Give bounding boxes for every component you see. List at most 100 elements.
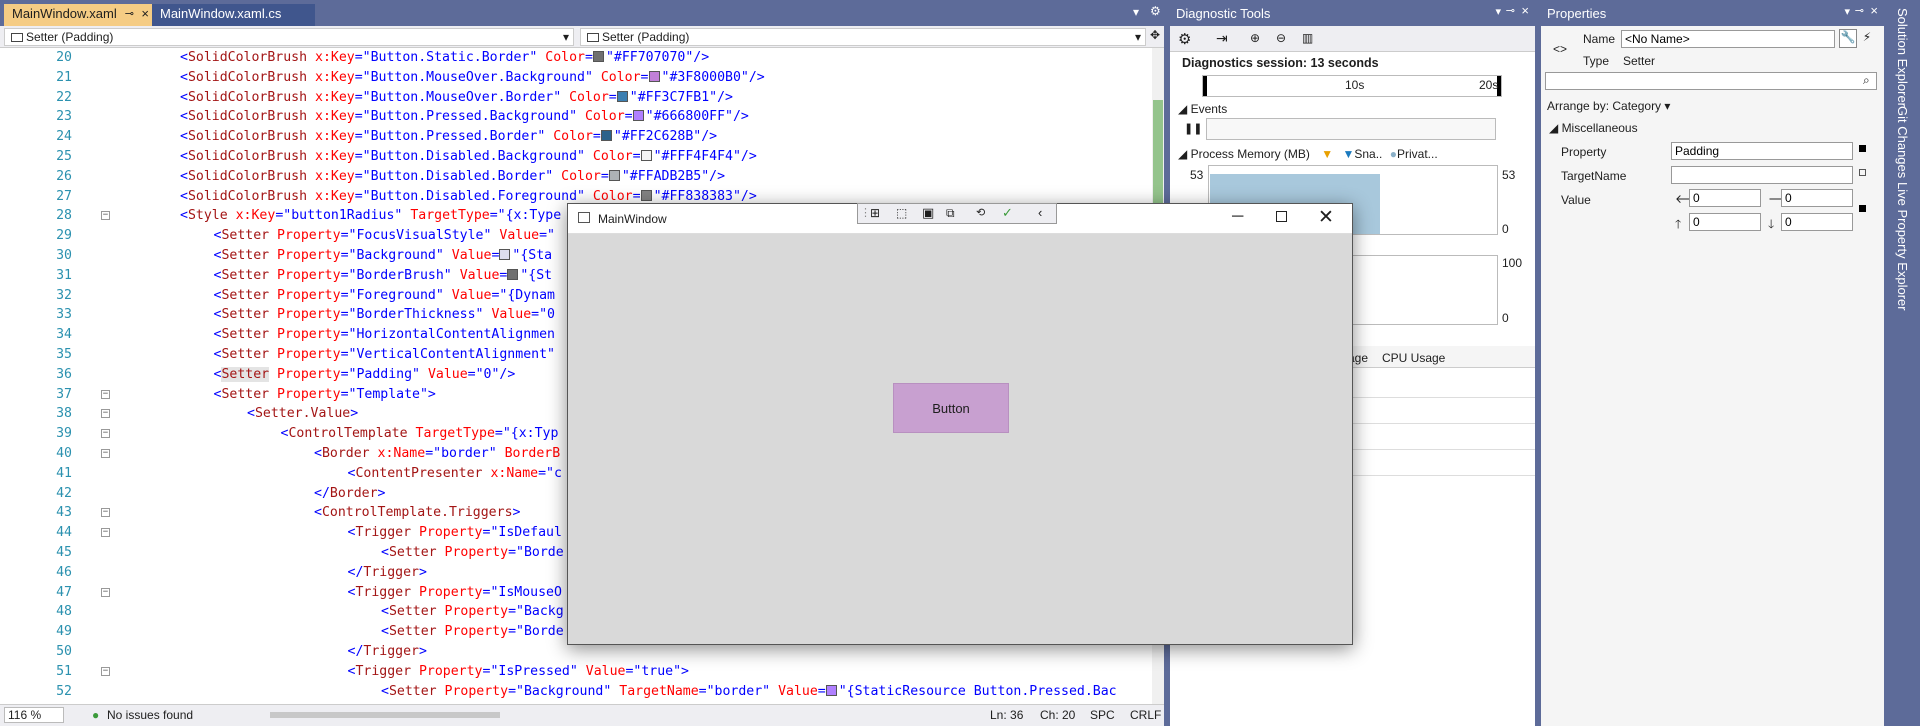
code-line[interactable]: <Setter Property="HorizontalContentAlign… — [214, 325, 555, 345]
fold-toggle-icon[interactable]: − — [101, 389, 110, 399]
track-focus-icon[interactable]: ⧉ — [946, 206, 955, 221]
code-line[interactable]: <Setter Property="Borde — [381, 543, 564, 563]
export-icon[interactable]: ⇥ — [1216, 30, 1228, 47]
code-line[interactable]: </Border> — [314, 484, 385, 504]
code-line[interactable]: <Setter Property="BorderBrush" Value= "{S… — [214, 266, 553, 286]
issues-status[interactable]: No issues found — [107, 708, 193, 722]
code-line[interactable]: <SolidColorBrush x:Key="Button.Disabled.… — [180, 167, 725, 187]
minimize-icon[interactable]: ─ — [1232, 208, 1243, 226]
code-line[interactable]: <Setter Property="Borde — [381, 622, 564, 642]
thickness-top-field[interactable] — [1781, 189, 1853, 207]
window-position-icon[interactable]: ▾ — [1495, 5, 1501, 18]
tab-cpu-usage[interactable]: CPU Usage — [1382, 351, 1445, 365]
code-line[interactable]: <Border x:Name="border" BorderB — [314, 444, 560, 464]
property-marker-icon[interactable] — [1859, 145, 1866, 152]
thickness-left-field[interactable] — [1689, 189, 1761, 207]
fold-toggle-icon[interactable]: − — [101, 429, 110, 439]
line-ending-indicator[interactable]: CRLF — [1130, 708, 1161, 722]
settings-gear-icon[interactable]: ⚙ — [1178, 30, 1191, 48]
code-line[interactable]: <SolidColorBrush x:Key="Button.MouseOver… — [180, 88, 733, 108]
fold-toggle-icon[interactable]: − — [101, 508, 110, 518]
hot-reload-ok-icon[interactable]: ✓ — [1002, 205, 1013, 221]
pin-icon[interactable]: ⊸ — [125, 7, 134, 20]
code-line[interactable]: <SolidColorBrush x:Key="Button.Static.Bo… — [180, 48, 709, 68]
code-line[interactable]: <SolidColorBrush x:Key="Button.Pressed.B… — [180, 107, 749, 127]
code-line[interactable]: <SolidColorBrush x:Key="Button.MouseOver… — [180, 68, 765, 88]
code-line[interactable]: <SolidColorBrush x:Key="Button.Disabled.… — [180, 147, 757, 167]
code-line[interactable]: </Trigger> — [348, 563, 427, 583]
select-element-icon[interactable]: ⬚ — [896, 206, 907, 220]
go-to-live-tree-icon[interactable]: ⊞ — [870, 206, 880, 220]
code-line[interactable]: <Setter Property="Background" TargetName… — [381, 682, 1117, 702]
collapse-toolbar-icon[interactable]: ‹ — [1038, 205, 1042, 220]
fold-toggle-icon[interactable]: − — [101, 587, 110, 597]
code-line[interactable]: </Trigger> — [348, 642, 427, 662]
code-line[interactable]: <Setter Property="Foreground" Value="{Dy… — [214, 286, 555, 306]
fold-toggle-icon[interactable]: − — [101, 666, 110, 676]
code-line[interactable]: <ControlTemplate.Triggers> — [314, 503, 520, 523]
thickness-right-field[interactable] — [1689, 213, 1761, 231]
live-property-explorer-tab[interactable]: Live Property Explorer — [1895, 182, 1910, 311]
maximize-icon[interactable] — [1276, 211, 1287, 222]
targetname-field[interactable] — [1671, 166, 1853, 184]
solution-explorer-tab[interactable]: Solution Explorer — [1895, 8, 1910, 107]
close-icon[interactable]: × — [141, 6, 149, 21]
window-position-icon[interactable]: ▾ — [1844, 5, 1850, 18]
property-marker-icon[interactable] — [1859, 169, 1866, 176]
binding-failures-icon[interactable]: ⟲ — [976, 206, 985, 219]
pin-icon[interactable]: ⊸ — [1506, 4, 1515, 17]
name-field[interactable] — [1621, 30, 1835, 48]
pin-icon[interactable]: ⊸ — [1855, 4, 1864, 17]
whitespace-indicator[interactable]: SPC — [1090, 708, 1115, 722]
code-line[interactable]: <Setter.Value> — [247, 404, 358, 424]
category-header[interactable]: ◢ Miscellaneous — [1549, 121, 1638, 135]
fold-toggle-icon[interactable]: − — [101, 409, 110, 419]
code-line[interactable]: <ContentPresenter x:Name="c — [348, 464, 562, 484]
fold-toggle-icon[interactable]: − — [101, 528, 110, 538]
timeline-ruler[interactable]: 10s 20s — [1202, 75, 1502, 97]
zoom-out-icon[interactable]: ⊖ — [1276, 31, 1286, 45]
code-line[interactable]: <Trigger Property="IsPressed" Value="tru… — [348, 662, 689, 682]
element-dropdown-right[interactable]: Setter (Padding) ▾ — [580, 28, 1146, 46]
fold-toggle-icon[interactable]: − — [101, 211, 110, 221]
event-bolt-icon[interactable]: ⚡ — [1859, 30, 1875, 44]
zoom-dropdown[interactable]: 116 % — [4, 707, 64, 723]
pause-icon[interactable]: ❚❚ — [1184, 122, 1202, 135]
code-line[interactable]: <Setter Property="Background" Value= "{St… — [214, 246, 553, 266]
settings-gear-icon[interactable]: ⚙ — [1150, 4, 1161, 18]
code-line[interactable]: <Setter Property="BorderThickness" Value… — [214, 305, 555, 325]
code-line[interactable]: <Trigger Property="IsDefaul — [348, 523, 562, 543]
split-editor-icon[interactable]: ✥ — [1150, 28, 1160, 42]
app-button[interactable]: Button — [893, 383, 1009, 433]
arrange-by-dropdown[interactable]: Arrange by: Category ▾ — [1547, 99, 1670, 113]
code-line[interactable]: <ControlTemplate TargetType="{x:Typ — [281, 424, 559, 444]
code-line[interactable]: <Setter Property="Backg — [381, 602, 564, 622]
code-line[interactable]: <Setter Property="Template"> — [214, 385, 436, 405]
code-line[interactable]: <Style x:Key="button1Radius" TargetType=… — [180, 206, 561, 226]
display-adorners-icon[interactable]: ▣ — [922, 205, 934, 221]
tab-mainwindow-xaml[interactable]: MainWindow.xaml ⊸ × — [4, 4, 154, 26]
tab-overflow-icon[interactable]: ▾ — [1133, 5, 1139, 19]
property-marker-icon[interactable] — [1859, 205, 1866, 212]
memory-section-header[interactable]: ◢ Process Memory (MB) ▼ ▼Sna.. ●Privat..… — [1178, 147, 1438, 161]
close-icon[interactable]: × — [1870, 3, 1878, 18]
fold-toggle-icon[interactable]: − — [101, 449, 110, 458]
property-search-input[interactable] — [1545, 72, 1877, 90]
running-app-window[interactable]: MainWindow ─ ✕ Button — [567, 203, 1353, 645]
git-changes-tab[interactable]: Git Changes — [1895, 106, 1910, 178]
horizontal-scrollbar[interactable] — [270, 712, 500, 718]
close-icon[interactable]: × — [1521, 3, 1529, 18]
code-line[interactable]: <Setter Property="FocusVisualStyle" Valu… — [214, 226, 555, 246]
thickness-bottom-field[interactable] — [1781, 213, 1853, 231]
reset-zoom-icon[interactable]: ▥ — [1302, 31, 1313, 45]
scroll-thumb[interactable] — [1153, 100, 1163, 218]
close-icon[interactable]: ✕ — [1318, 206, 1334, 229]
tab-mainwindow-xaml-cs[interactable]: MainWindow.xaml.cs — [152, 4, 315, 26]
zoom-in-icon[interactable]: ⊕ — [1250, 31, 1260, 45]
code-line[interactable]: <SolidColorBrush x:Key="Button.Pressed.B… — [180, 127, 717, 147]
property-value-field[interactable] — [1671, 142, 1853, 160]
code-line[interactable]: <Trigger Property="IsMouseO — [348, 583, 562, 603]
code-line[interactable]: <Setter Property="Padding" Value="0"/> — [214, 365, 515, 385]
events-section-header[interactable]: ◢ Events — [1178, 102, 1227, 116]
element-dropdown-left[interactable]: Setter (Padding) ▾ — [4, 28, 574, 46]
